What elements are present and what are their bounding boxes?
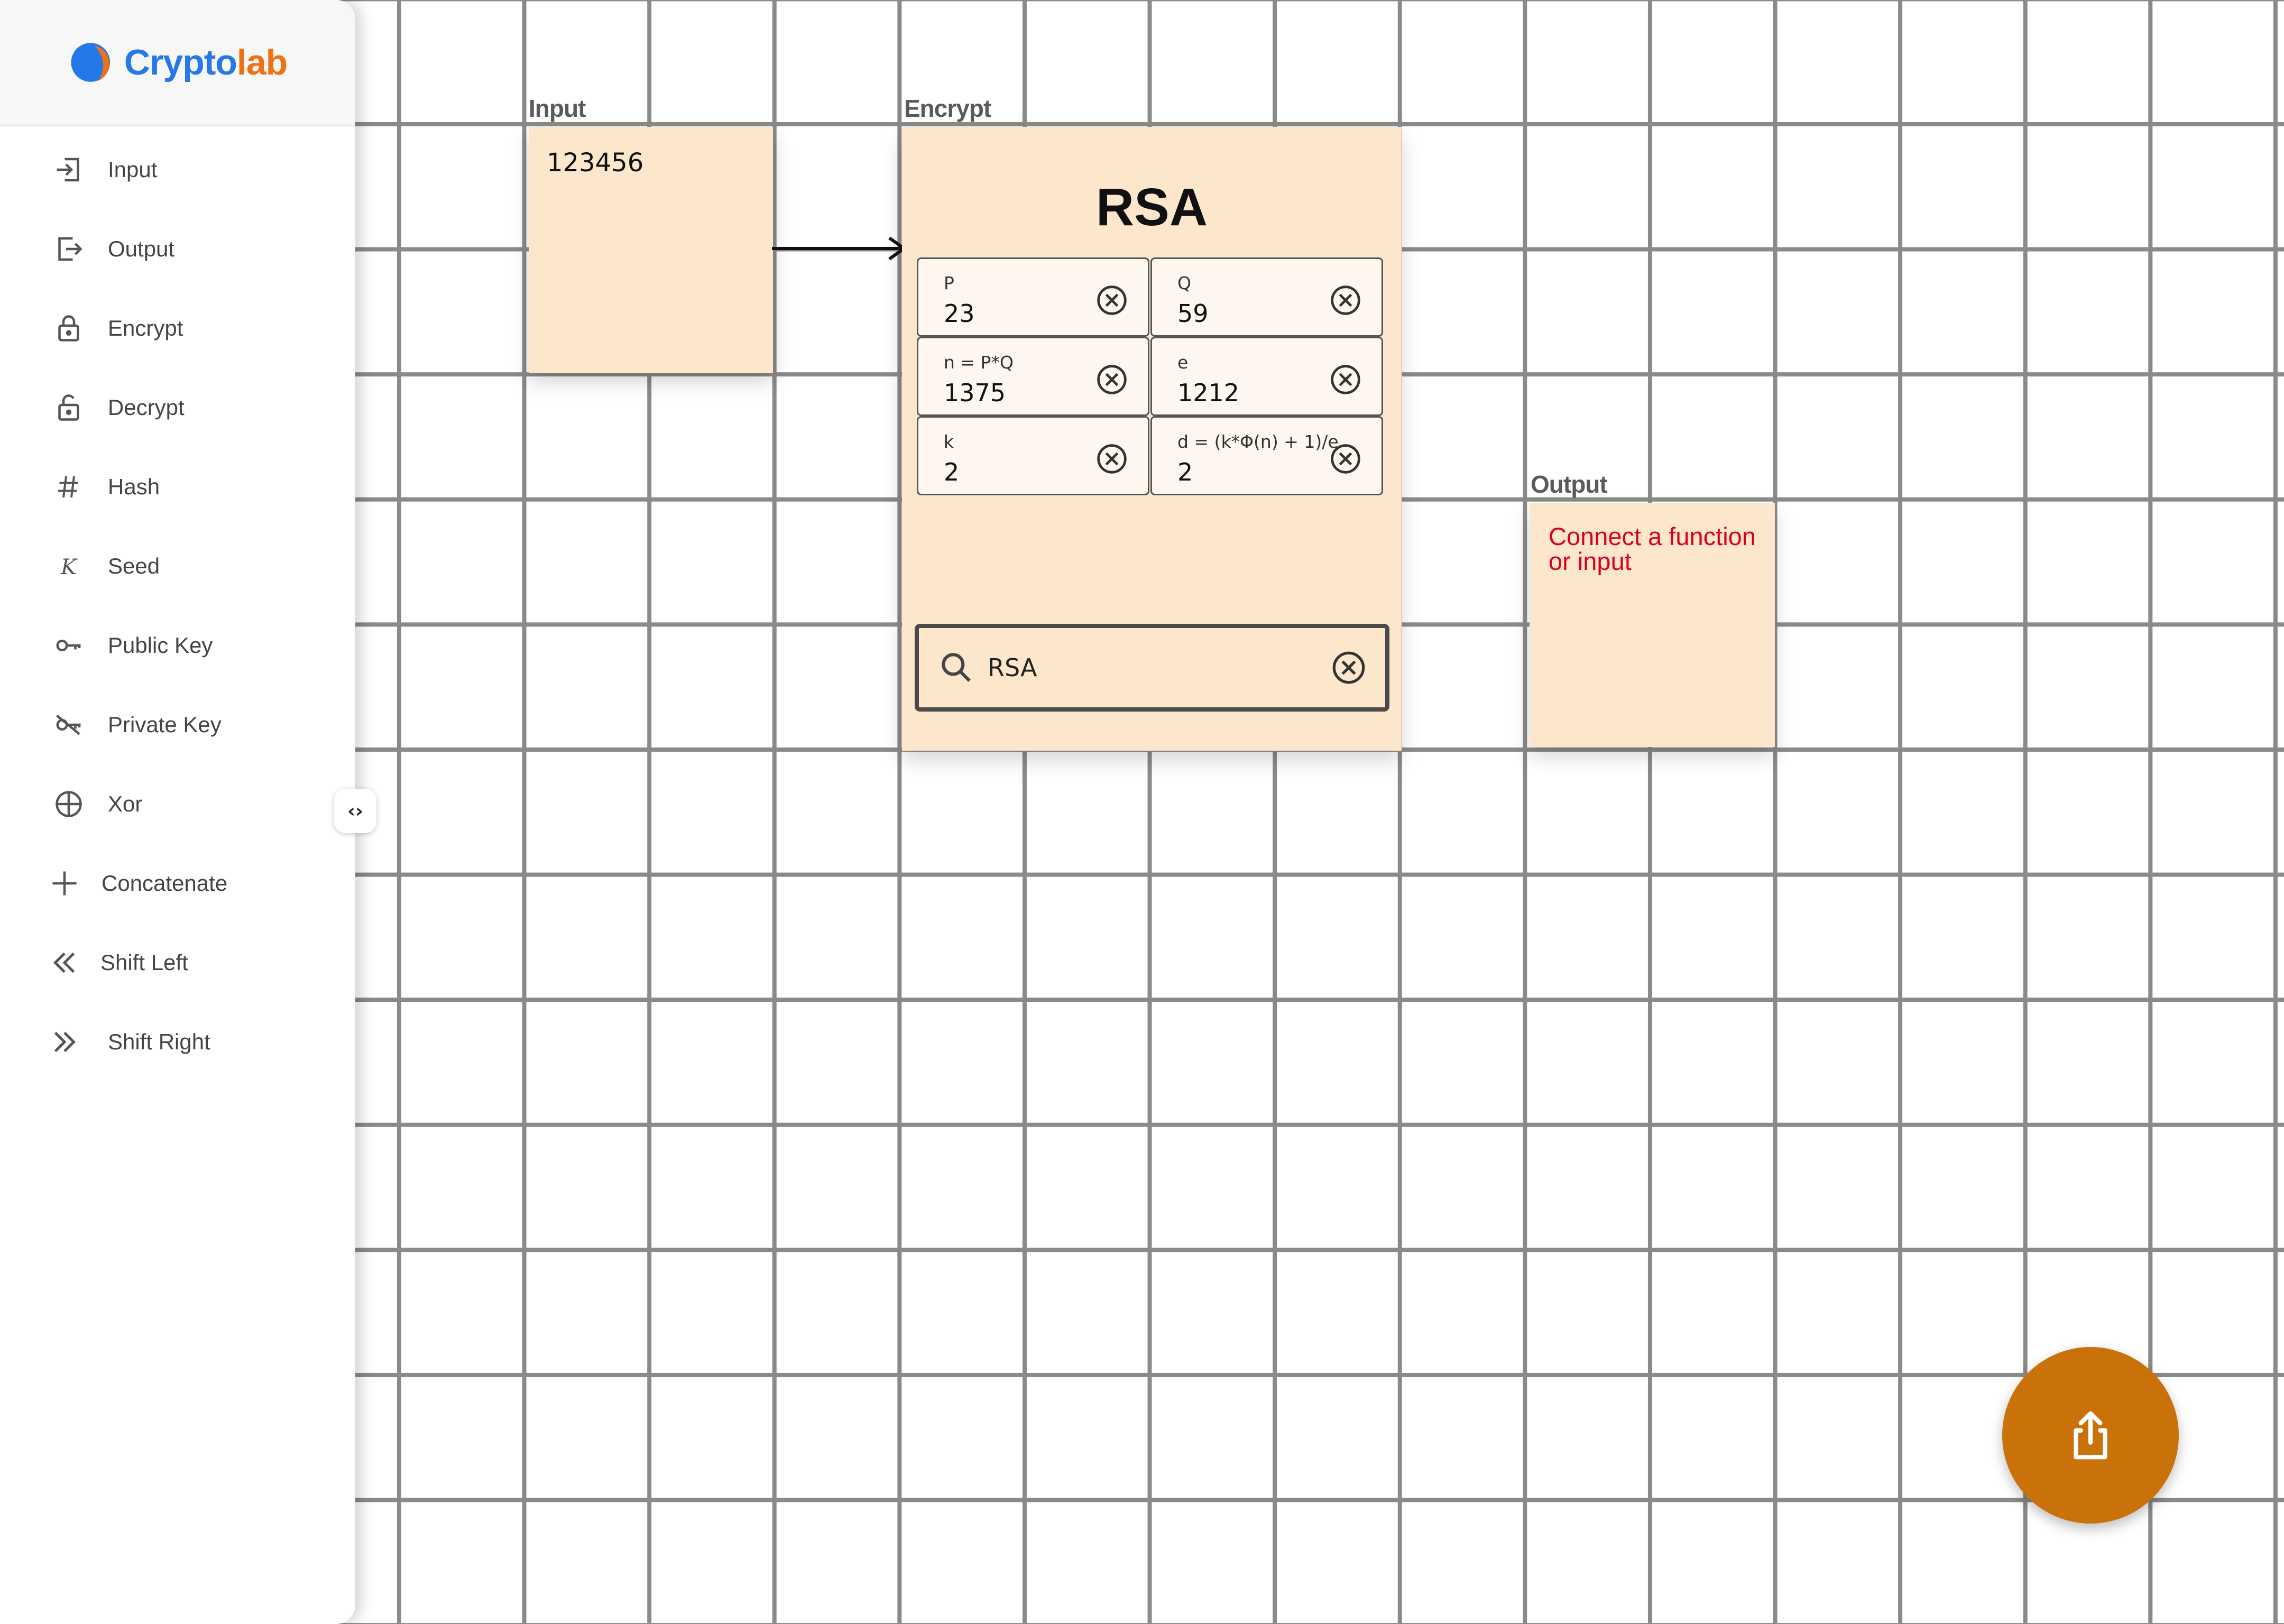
hash-icon bbox=[53, 471, 85, 503]
sidebar-item-label: Shift Left bbox=[100, 950, 188, 975]
param-e-field[interactable]: e 1212 bbox=[1150, 337, 1383, 416]
param-value[interactable]: 2 bbox=[1177, 458, 1193, 486]
sidebar: Cryptolab Input Output Encrypt Decrypt H… bbox=[0, 0, 355, 1624]
sidebar-item-xor[interactable]: Xor bbox=[0, 772, 355, 836]
param-value[interactable]: 2 bbox=[944, 458, 959, 486]
param-q-field[interactable]: Q 59 bbox=[1150, 257, 1383, 337]
output-node-title: Output bbox=[1531, 470, 1608, 498]
lock-icon bbox=[53, 312, 85, 344]
param-label: k bbox=[944, 431, 954, 452]
clear-icon[interactable] bbox=[1095, 442, 1129, 476]
k-icon: K bbox=[53, 550, 85, 582]
param-label: d = (k*Φ(n) + 1)/e bbox=[1177, 431, 1339, 452]
algorithm-search-box[interactable] bbox=[915, 624, 1389, 712]
sidebar-item-concatenate[interactable]: Concatenate bbox=[0, 852, 355, 915]
sidebar-item-encrypt[interactable]: Encrypt bbox=[0, 297, 355, 360]
sidebar-item-private-key[interactable]: Private Key bbox=[0, 693, 355, 756]
param-value[interactable]: 23 bbox=[944, 299, 975, 328]
brand-name: Cryptolab bbox=[124, 42, 288, 83]
sidebar-item-public-key[interactable]: Public Key bbox=[0, 614, 355, 677]
clear-icon[interactable] bbox=[1329, 283, 1362, 317]
sign-out-icon bbox=[53, 233, 85, 265]
sidebar-item-shift-left[interactable]: Shift Left bbox=[0, 931, 355, 994]
sidebar-item-label: Encrypt bbox=[108, 316, 183, 340]
clear-icon[interactable] bbox=[1329, 363, 1362, 396]
share-icon bbox=[2074, 1411, 2107, 1460]
sidebar-item-hash[interactable]: Hash bbox=[0, 455, 355, 519]
sidebar-item-label: Seed bbox=[108, 553, 160, 578]
param-k-field[interactable]: k 2 bbox=[917, 416, 1149, 495]
input-node-title: Input bbox=[529, 95, 586, 122]
param-label: e bbox=[1177, 352, 1189, 373]
sidebar-item-label: Concatenate bbox=[102, 871, 228, 896]
sidebar-item-decrypt[interactable]: Decrypt bbox=[0, 376, 355, 439]
sidebar-item-shift-right[interactable]: Shift Right bbox=[0, 1010, 355, 1074]
input-node-value[interactable]: 123456 bbox=[547, 148, 643, 178]
algorithm-search-input[interactable] bbox=[988, 643, 1305, 693]
svg-text:K: K bbox=[60, 555, 78, 579]
brand-header: Cryptolab bbox=[0, 0, 355, 126]
double-chevron-left-icon bbox=[49, 947, 80, 979]
sidebar-item-label: Input bbox=[108, 157, 158, 182]
sidebar-item-label: Decrypt bbox=[108, 395, 185, 420]
output-error-message: Connect a function or input bbox=[1549, 522, 1756, 575]
brand-name-part2: lab bbox=[236, 42, 288, 82]
sidebar-item-output[interactable]: Output bbox=[0, 217, 355, 281]
input-node[interactable]: 123456 bbox=[529, 127, 773, 373]
share-button[interactable] bbox=[2002, 1347, 2179, 1524]
sidebar-item-label: Private Key bbox=[108, 712, 222, 737]
sidebar-item-label: Hash bbox=[108, 474, 160, 499]
output-node[interactable]: Connect a function or input bbox=[1530, 503, 1775, 747]
param-d-field[interactable]: d = (k*Φ(n) + 1)/e 2 bbox=[1150, 416, 1383, 495]
sidebar-item-label: Public Key bbox=[108, 633, 213, 658]
clear-icon[interactable] bbox=[1330, 649, 1367, 686]
clear-icon[interactable] bbox=[1095, 363, 1129, 396]
brand-name-part1: Crypto bbox=[124, 42, 237, 82]
clear-icon[interactable] bbox=[1095, 283, 1129, 317]
cryptolab-logo bbox=[71, 43, 110, 82]
clear-icon[interactable] bbox=[1329, 442, 1362, 476]
algorithm-title: RSA bbox=[1095, 178, 1208, 237]
key-slash-icon bbox=[53, 709, 85, 741]
param-value[interactable]: 59 bbox=[1177, 299, 1209, 328]
param-label: Q bbox=[1177, 273, 1191, 293]
encrypt-node-title: Encrypt bbox=[904, 95, 991, 122]
param-value[interactable]: 1212 bbox=[1177, 379, 1239, 407]
param-label: P bbox=[944, 273, 954, 293]
unlock-icon bbox=[53, 392, 85, 423]
sidebar-item-seed[interactable]: K Seed bbox=[0, 534, 355, 598]
search-icon bbox=[942, 653, 971, 682]
xor-icon bbox=[53, 788, 85, 820]
param-n-field[interactable]: n = P*Q 1375 bbox=[917, 337, 1149, 416]
key-icon bbox=[53, 630, 85, 661]
param-value[interactable]: 1375 bbox=[944, 379, 1006, 407]
param-label: n = P*Q bbox=[944, 352, 1014, 373]
param-p-field[interactable]: P 23 bbox=[917, 257, 1149, 337]
double-chevron-right-icon bbox=[49, 1026, 80, 1058]
sidebar-item-label: Xor bbox=[108, 791, 143, 816]
encrypt-node[interactable]: RSA P 23 Q 59 n = P*Q 1375 e 1212 k 2 d … bbox=[902, 127, 1402, 751]
sidebar-collapse-button[interactable]: ‹› bbox=[334, 789, 376, 833]
sign-in-icon bbox=[53, 154, 85, 186]
connection-arrow[interactable] bbox=[772, 233, 909, 264]
plus-icon bbox=[49, 868, 80, 899]
sidebar-item-label: Output bbox=[108, 236, 175, 261]
sidebar-item-input[interactable]: Input bbox=[0, 138, 355, 201]
sidebar-item-label: Shift Right bbox=[108, 1029, 210, 1054]
